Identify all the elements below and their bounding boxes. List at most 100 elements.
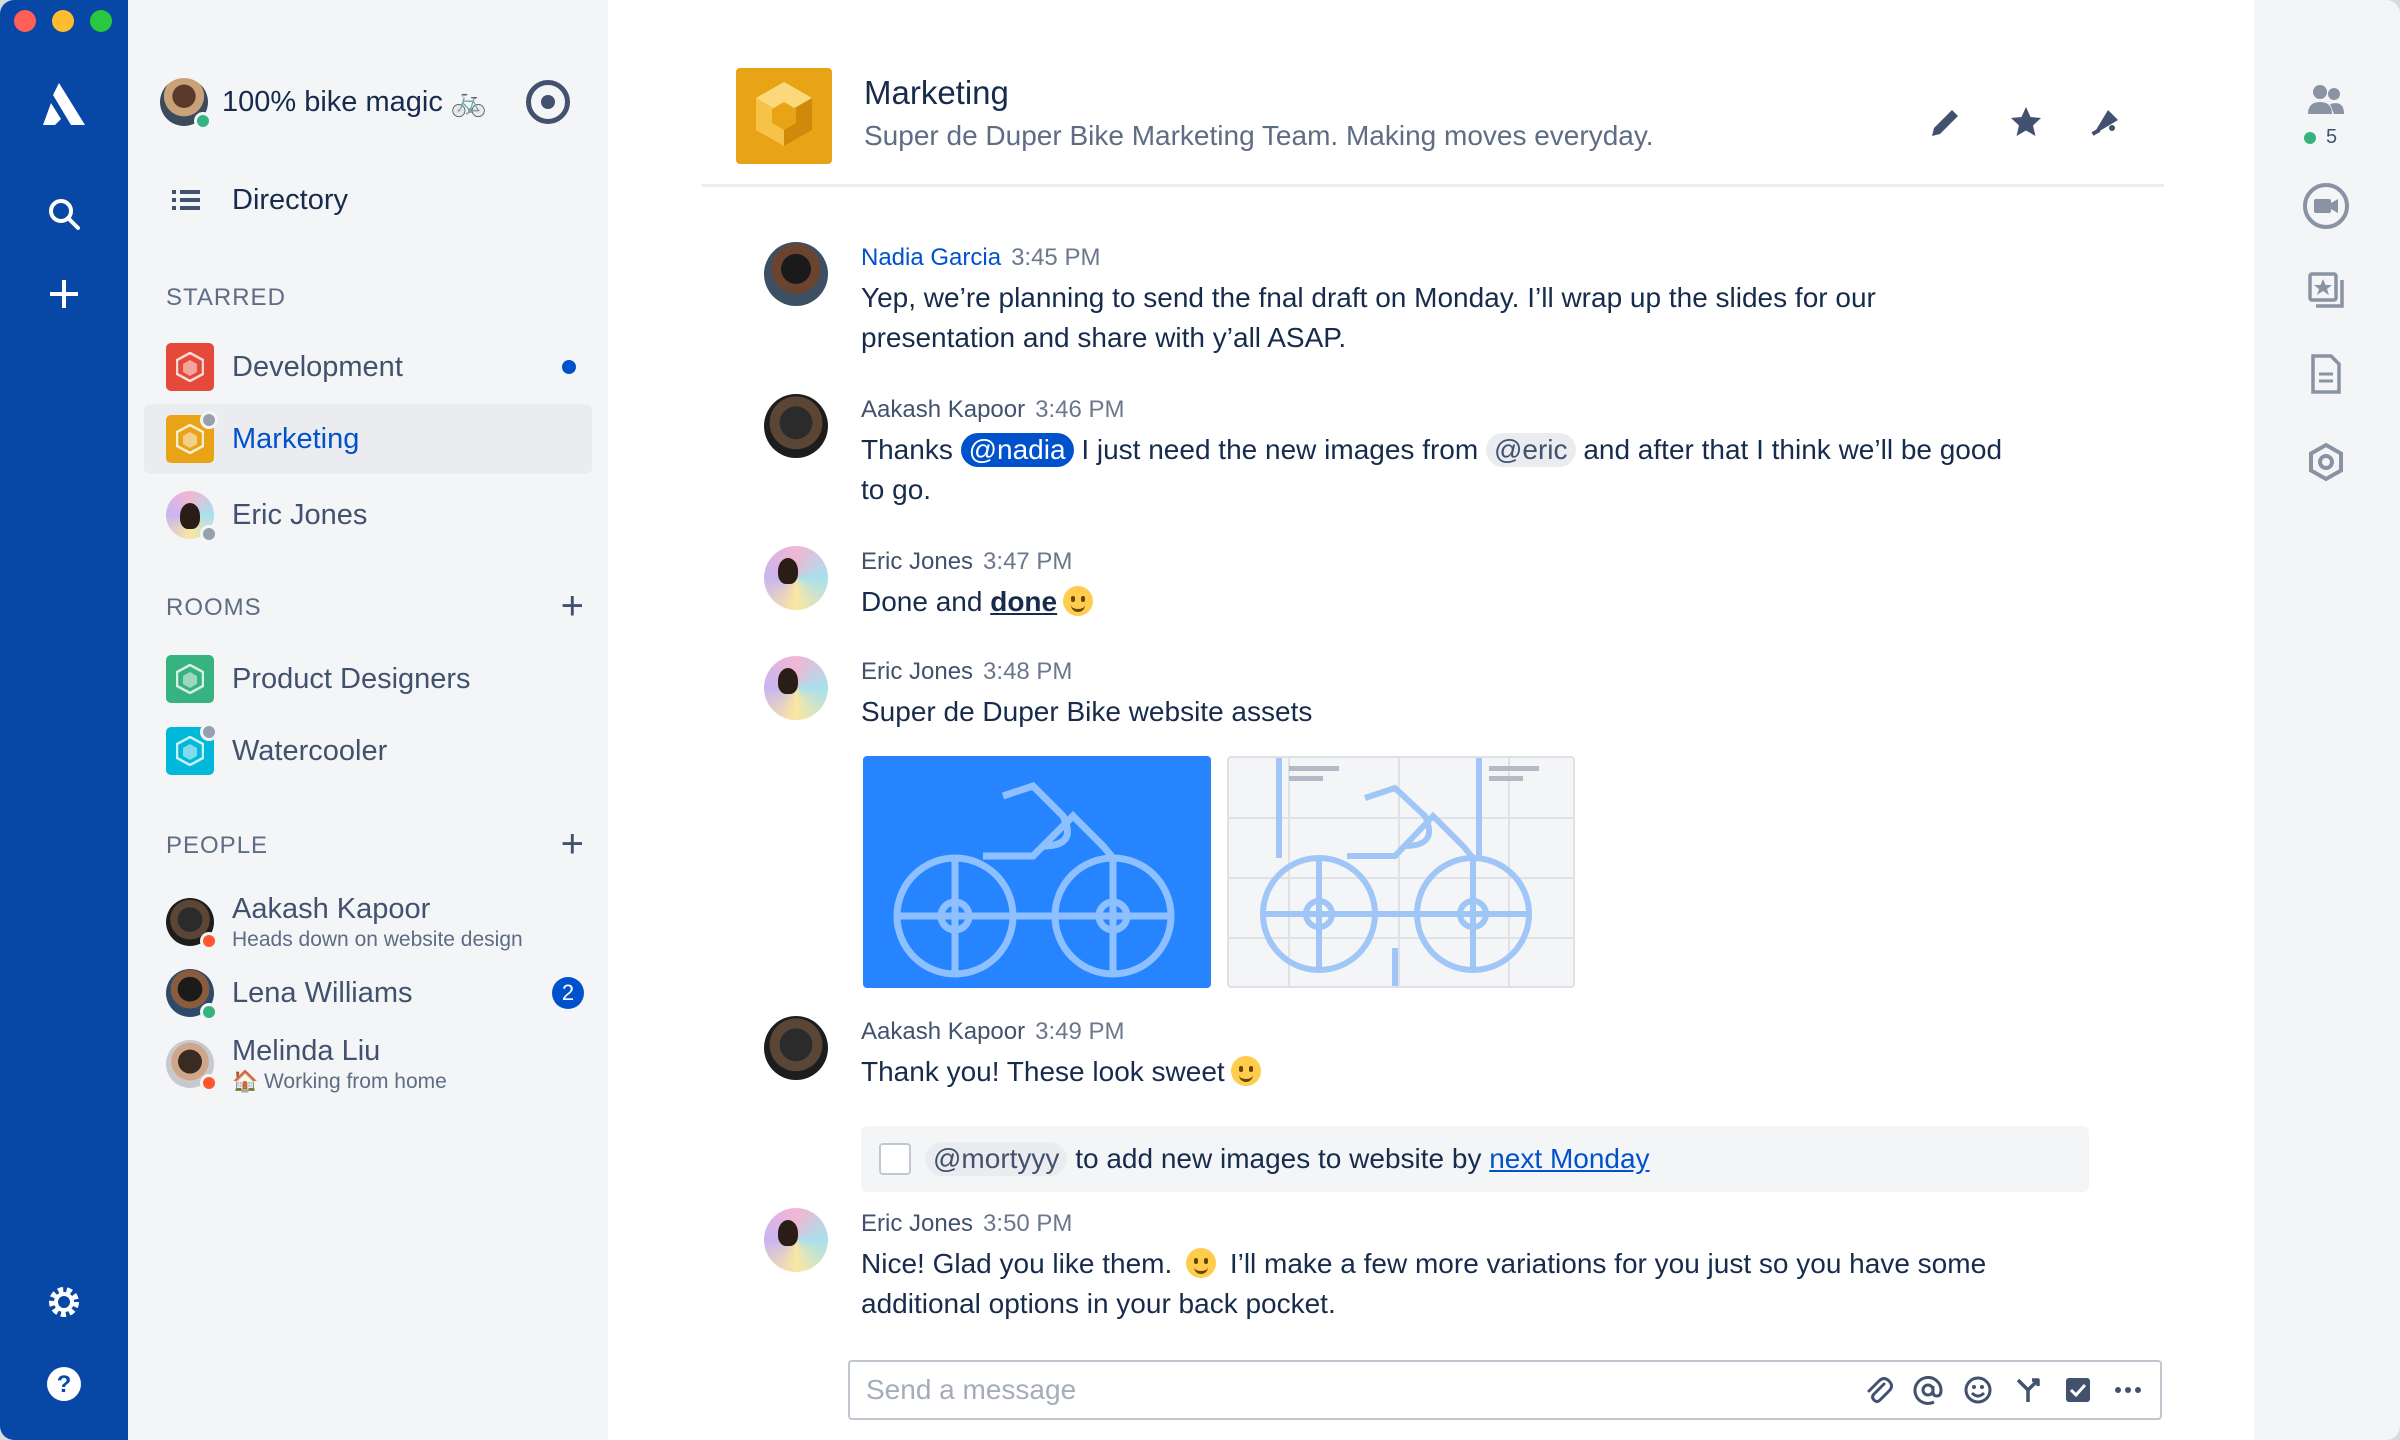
image-attachment[interactable] — [863, 756, 1211, 988]
help-icon[interactable]: ? — [34, 1354, 94, 1414]
avatar — [166, 898, 218, 950]
starred-section-title: STARRED — [166, 284, 286, 311]
message-time: 3:49 PM — [1035, 1018, 1125, 1045]
attachment-icon[interactable] — [1862, 1374, 1894, 1406]
avatar — [166, 1040, 218, 1092]
maximize-window-button[interactable] — [90, 10, 112, 32]
conversation-pane: Marketing Super de Duper Bike Marketing … — [608, 0, 2254, 1440]
avatar[interactable] — [764, 1208, 828, 1272]
sidebar-item-eric-jones[interactable]: Eric Jones — [144, 480, 592, 550]
sidebar-item-development[interactable]: Development — [144, 332, 592, 402]
action-item: @mortyyy to add new images to website by… — [861, 1126, 2089, 1192]
image-attachment[interactable] — [1227, 756, 1575, 988]
message-input[interactable] — [866, 1374, 1766, 1406]
development-room-icon — [166, 343, 214, 391]
files-icon[interactable] — [2300, 348, 2352, 400]
header-divider — [702, 184, 2164, 187]
user-avatar[interactable] — [160, 78, 212, 130]
task-icon[interactable] — [2062, 1374, 2094, 1406]
add-room-button[interactable]: + — [561, 586, 584, 626]
sidebar-item-melinda-liu[interactable]: Melinda Liu 🏠 Working from home — [144, 1026, 592, 1102]
decision-icon[interactable] — [2012, 1374, 2044, 1406]
directory-label: Directory — [232, 183, 349, 216]
message-author[interactable]: Aakash Kapoor — [861, 396, 1025, 423]
minimize-window-button[interactable] — [52, 10, 74, 32]
heart-eyes-emoji-icon — [1230, 1056, 1261, 1086]
create-icon[interactable] — [34, 264, 94, 324]
participants-icon[interactable] — [2300, 74, 2352, 126]
unread-count-badge: 2 — [552, 977, 584, 1009]
participant-count: 5 — [2304, 126, 2337, 149]
message-author[interactable]: Aakash Kapoor — [861, 1018, 1025, 1045]
status-settings-icon[interactable] — [526, 80, 570, 124]
sidebar-item-product-designers[interactable]: Product Designers — [144, 644, 592, 714]
avatar[interactable] — [764, 394, 828, 458]
message-text: Nice! Glad you like them. I’ll make a fe… — [861, 1248, 1987, 1319]
message-time: 3:47 PM — [983, 548, 1073, 575]
workspace-name: 100% bike magic 🚲 — [222, 86, 488, 118]
message-author[interactable]: Eric Jones — [861, 548, 973, 575]
sidebar-item-aakash-kapoor[interactable]: Aakash Kapoor Heads down on website desi… — [144, 884, 592, 960]
task-checkbox[interactable] — [879, 1143, 911, 1175]
message-composer — [848, 1360, 2162, 1420]
message-author[interactable]: Nadia Garcia — [861, 244, 1001, 271]
mention-chip[interactable]: @mortyyy — [925, 1142, 1068, 1176]
app-window: ? 100% bike magic 🚲 Directory STARRED De… — [0, 0, 2400, 1440]
video-call-icon[interactable] — [2300, 180, 2352, 232]
mention-icon[interactable] — [1912, 1374, 1944, 1406]
sidebar-item-lena-williams[interactable]: Lena Williams 2 — [144, 958, 592, 1028]
right-rail: 5 — [2254, 0, 2400, 1440]
channel-description: Super de Duper Bike Marketing Team. Maki… — [864, 120, 1654, 151]
message-time: 3:46 PM — [1035, 396, 1125, 423]
channel-title: Marketing — [864, 74, 1009, 111]
search-icon[interactable] — [34, 184, 94, 244]
channel-actions — [1928, 104, 2124, 140]
emoji-icon[interactable] — [1962, 1374, 1994, 1406]
people-section-title: PEOPLE — [166, 832, 269, 859]
star-icon[interactable] — [2008, 104, 2044, 140]
edit-pencil-icon[interactable] — [1928, 104, 1964, 140]
global-nav: ? — [0, 0, 128, 1440]
avatar[interactable] — [764, 656, 828, 720]
directory-link[interactable]: Directory — [172, 176, 348, 224]
add-person-button[interactable]: + — [561, 824, 584, 864]
notifications-bell-icon[interactable] — [2088, 104, 2124, 140]
avatar[interactable] — [764, 242, 828, 306]
message-time: 3:45 PM — [1011, 244, 1101, 271]
more-icon[interactable] — [2112, 1374, 2144, 1406]
task-text: @mortyyy to add new images to website by… — [925, 1142, 1650, 1176]
message-time: 3:50 PM — [983, 1210, 1073, 1237]
mention-chip[interactable]: @nadia — [960, 433, 1074, 467]
unread-indicator — [562, 360, 576, 374]
wink-emoji-icon — [1063, 586, 1094, 616]
avatar — [166, 969, 218, 1021]
message-text: Thank you! These look sweet — [861, 1052, 2111, 1092]
avatar[interactable] — [764, 1016, 828, 1080]
rooms-section-title: ROOMS — [166, 594, 262, 621]
sidebar-item-marketing[interactable]: Marketing — [144, 404, 592, 474]
message-author[interactable]: Eric Jones — [861, 1210, 973, 1237]
sidebar: 100% bike magic 🚲 Directory STARRED Deve… — [128, 0, 608, 1440]
message-time: 3:48 PM — [983, 658, 1073, 685]
formatted-text: done — [990, 586, 1058, 617]
avatar[interactable] — [764, 546, 828, 610]
atlassian-logo-icon[interactable] — [34, 74, 94, 134]
message-text: Thanks @nadia I just need the new images… — [861, 433, 2003, 505]
due-date-link[interactable]: next Monday — [1489, 1143, 1649, 1174]
watercooler-room-icon — [166, 723, 218, 775]
message-author[interactable]: Eric Jones — [861, 658, 973, 685]
mention-chip[interactable]: @eric — [1485, 433, 1576, 467]
saved-items-icon[interactable] — [2300, 264, 2352, 316]
list-icon — [172, 190, 200, 210]
svg-text:?: ? — [57, 1371, 72, 1398]
close-window-button[interactable] — [14, 10, 36, 32]
settings-gear-icon[interactable] — [34, 1272, 94, 1332]
product-designers-room-icon — [166, 655, 214, 703]
sidebar-item-watercooler[interactable]: Watercooler — [144, 716, 592, 786]
marketing-room-icon — [166, 411, 218, 463]
message-text: Done and done — [861, 582, 2111, 622]
channel-icon — [736, 68, 832, 164]
avatar — [166, 491, 218, 543]
room-settings-icon[interactable] — [2300, 436, 2352, 488]
workspace-header[interactable]: 100% bike magic 🚲 — [160, 70, 600, 134]
